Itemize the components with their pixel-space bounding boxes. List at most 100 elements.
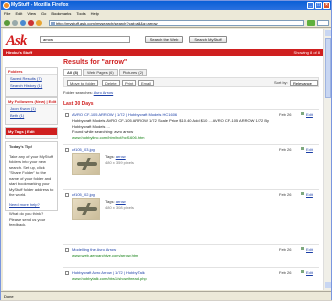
result-title[interactable]: AVRO CF-105 ARROW | 1/72 | Hobbycraft Mo… (72, 112, 262, 117)
stop-icon[interactable] (28, 20, 34, 26)
result-date: Feb 26 (279, 247, 292, 252)
edit-link[interactable]: Edit (306, 192, 313, 197)
edit-icon (301, 192, 304, 195)
image-thumbnail[interactable] (72, 198, 100, 220)
scroll-up-arrow[interactable] (325, 30, 331, 36)
search-mystuff-button[interactable]: Search MyStuff (189, 36, 227, 43)
menu-go[interactable]: Go (41, 10, 46, 18)
feedback-text[interactable]: What do you think? Please send us your f… (6, 209, 57, 230)
tip-text: Take any of your MyStuff folders into yo… (9, 153, 54, 198)
result-checkbox[interactable] (65, 271, 69, 275)
tags-heading[interactable]: My Tags | Edit (6, 128, 57, 135)
mystuff-header-bar: Hiroku's Stuff Showing 8 of 8 (3, 49, 323, 56)
window-title: MyStuff - Mozilla Firefox (11, 2, 69, 8)
folder-searches: Folder searches: Avro Arrow (63, 90, 113, 95)
scroll-thumb[interactable] (325, 38, 331, 98)
menu-edit[interactable]: Edit (15, 10, 22, 18)
menu-file[interactable]: File (4, 10, 10, 18)
tip-title: Today's Tip! (9, 144, 33, 149)
status-text: Done (4, 294, 14, 299)
folder-search-link[interactable]: Avro Arrow (94, 90, 114, 95)
need-more-help-link[interactable]: Need more help? (6, 200, 57, 210)
result-url: www.web.aeroarchive.com/arrow.htm (72, 253, 139, 258)
result-row: Modelling the Avro Arrow Feb 26 Edit www… (63, 244, 319, 259)
follower-item[interactable]: Joon Kwon (1) (6, 105, 57, 112)
found-while-searching: Found while searching: avro arrow (72, 129, 134, 134)
sort-select[interactable]: Relevance (290, 80, 318, 86)
result-title[interactable]: Modelling the Avro Arrow (72, 247, 262, 252)
address-text: http://mystuff.ask.com/mysearch/search?c… (56, 21, 158, 26)
edit-link[interactable]: Edit (306, 247, 313, 252)
menu-bookmarks[interactable]: Bookmarks (51, 10, 71, 18)
result-checkbox[interactable] (65, 113, 69, 117)
edit-icon (301, 247, 304, 250)
edit-icon (301, 270, 304, 273)
menu-help[interactable]: Help (91, 10, 99, 18)
result-title[interactable]: cf105_02.jpg (72, 192, 262, 197)
tip-panel: Today's Tip! Take any of your MyStuff fo… (5, 141, 58, 227)
folder-saved-results[interactable]: Saved Results (7) (6, 75, 57, 82)
results-title: Results for "arrow" (63, 59, 128, 66)
followers-heading[interactable]: My Followers (New) | Edit (6, 98, 57, 105)
results-toolbar: Move to folder Delete Print Email Sort b… (63, 77, 319, 87)
web-page: Ask arrow Search the Web Search MyStuff … (3, 29, 323, 290)
section-heading: Last 30 Days (63, 101, 94, 107)
reload-icon[interactable] (20, 20, 26, 26)
tags-label-text: Tags: (105, 154, 115, 159)
menu-view[interactable]: View (27, 10, 36, 18)
folder-search-history[interactable]: Search History (1) (6, 82, 57, 89)
status-bar: Done (1, 291, 331, 300)
tags-label: Tags: arrow (105, 199, 126, 204)
delete-button[interactable]: Delete (102, 80, 120, 86)
title-bar: MyStuff - Mozilla Firefox _ □ × (1, 1, 331, 10)
print-button[interactable]: Print (122, 80, 137, 86)
tags-label-text: Tags: (105, 199, 115, 204)
tab-all[interactable]: All (8) (63, 69, 83, 76)
email-button[interactable]: Email (138, 80, 155, 86)
result-date: Feb 26 (279, 112, 292, 117)
search-input[interactable]: arrow (40, 36, 130, 43)
tag-link[interactable]: arrow (116, 154, 126, 159)
maximize-button[interactable]: □ (315, 2, 322, 9)
vertical-scrollbar[interactable] (323, 29, 331, 290)
image-size: 480 x 308 pixels (105, 205, 134, 210)
menu-tools[interactable]: Tools (76, 10, 85, 18)
move-to-folder-button[interactable]: Move to folder (67, 80, 99, 86)
back-icon[interactable] (4, 20, 10, 26)
search-web-button[interactable]: Search the Web (145, 36, 183, 43)
result-date: Feb 26 (279, 147, 292, 152)
home-icon[interactable] (36, 20, 42, 26)
result-checkbox[interactable] (65, 193, 69, 197)
edit-link[interactable]: Edit (306, 270, 313, 275)
edit-link[interactable]: Edit (306, 147, 313, 152)
result-url: www.hobbytalk.com/bbs1/showthread.php (72, 276, 147, 281)
result-row: AVRO CF-105 ARROW | 1/72 | Hobbycraft Mo… (63, 109, 319, 140)
edit-link[interactable]: Edit (306, 112, 313, 117)
result-tabs: All (8) Web Pages (6) Pictures (2) (63, 69, 148, 76)
result-title[interactable]: cf105_03.jpg (72, 147, 262, 152)
result-title[interactable]: Hobbycraft Avro Arrow | 1/72 | HobbyTalk (72, 270, 262, 275)
image-thumbnail[interactable] (72, 153, 100, 175)
result-checkbox[interactable] (65, 248, 69, 252)
tab-pictures[interactable]: Pictures (2) (118, 69, 148, 76)
forward-icon[interactable] (12, 20, 18, 26)
tags-panel: My Tags | Edit (5, 127, 58, 139)
tag-link[interactable]: arrow (116, 199, 126, 204)
tab-web-pages[interactable]: Web Pages (6) (83, 69, 118, 76)
result-row: cf105_02.jpg Feb 26 Edit Tags: arrow 480… (63, 189, 319, 239)
minimize-button[interactable]: _ (307, 2, 314, 9)
go-button[interactable] (307, 20, 315, 26)
close-button[interactable]: × (323, 2, 330, 9)
ask-logo[interactable]: Ask (6, 33, 27, 50)
followers-panel: My Followers (New) | Edit Joon Kwon (1) … (5, 97, 58, 125)
firefox-icon (3, 2, 10, 9)
result-date: Feb 26 (279, 270, 292, 275)
folders-panel: Folders Saved Results (7) Search History… (5, 67, 58, 97)
image-size: 480 x 359 pixels (105, 160, 134, 165)
browser-window: MyStuff - Mozilla Firefox _ □ × File Edi… (0, 0, 332, 300)
toolbar-search-box[interactable] (317, 20, 329, 26)
follower-item[interactable]: Beth (1) (6, 112, 57, 119)
address-bar[interactable]: http://mystuff.ask.com/mysearch/search?c… (49, 20, 304, 26)
result-checkbox[interactable] (65, 148, 69, 152)
scroll-down-arrow[interactable] (325, 282, 331, 288)
